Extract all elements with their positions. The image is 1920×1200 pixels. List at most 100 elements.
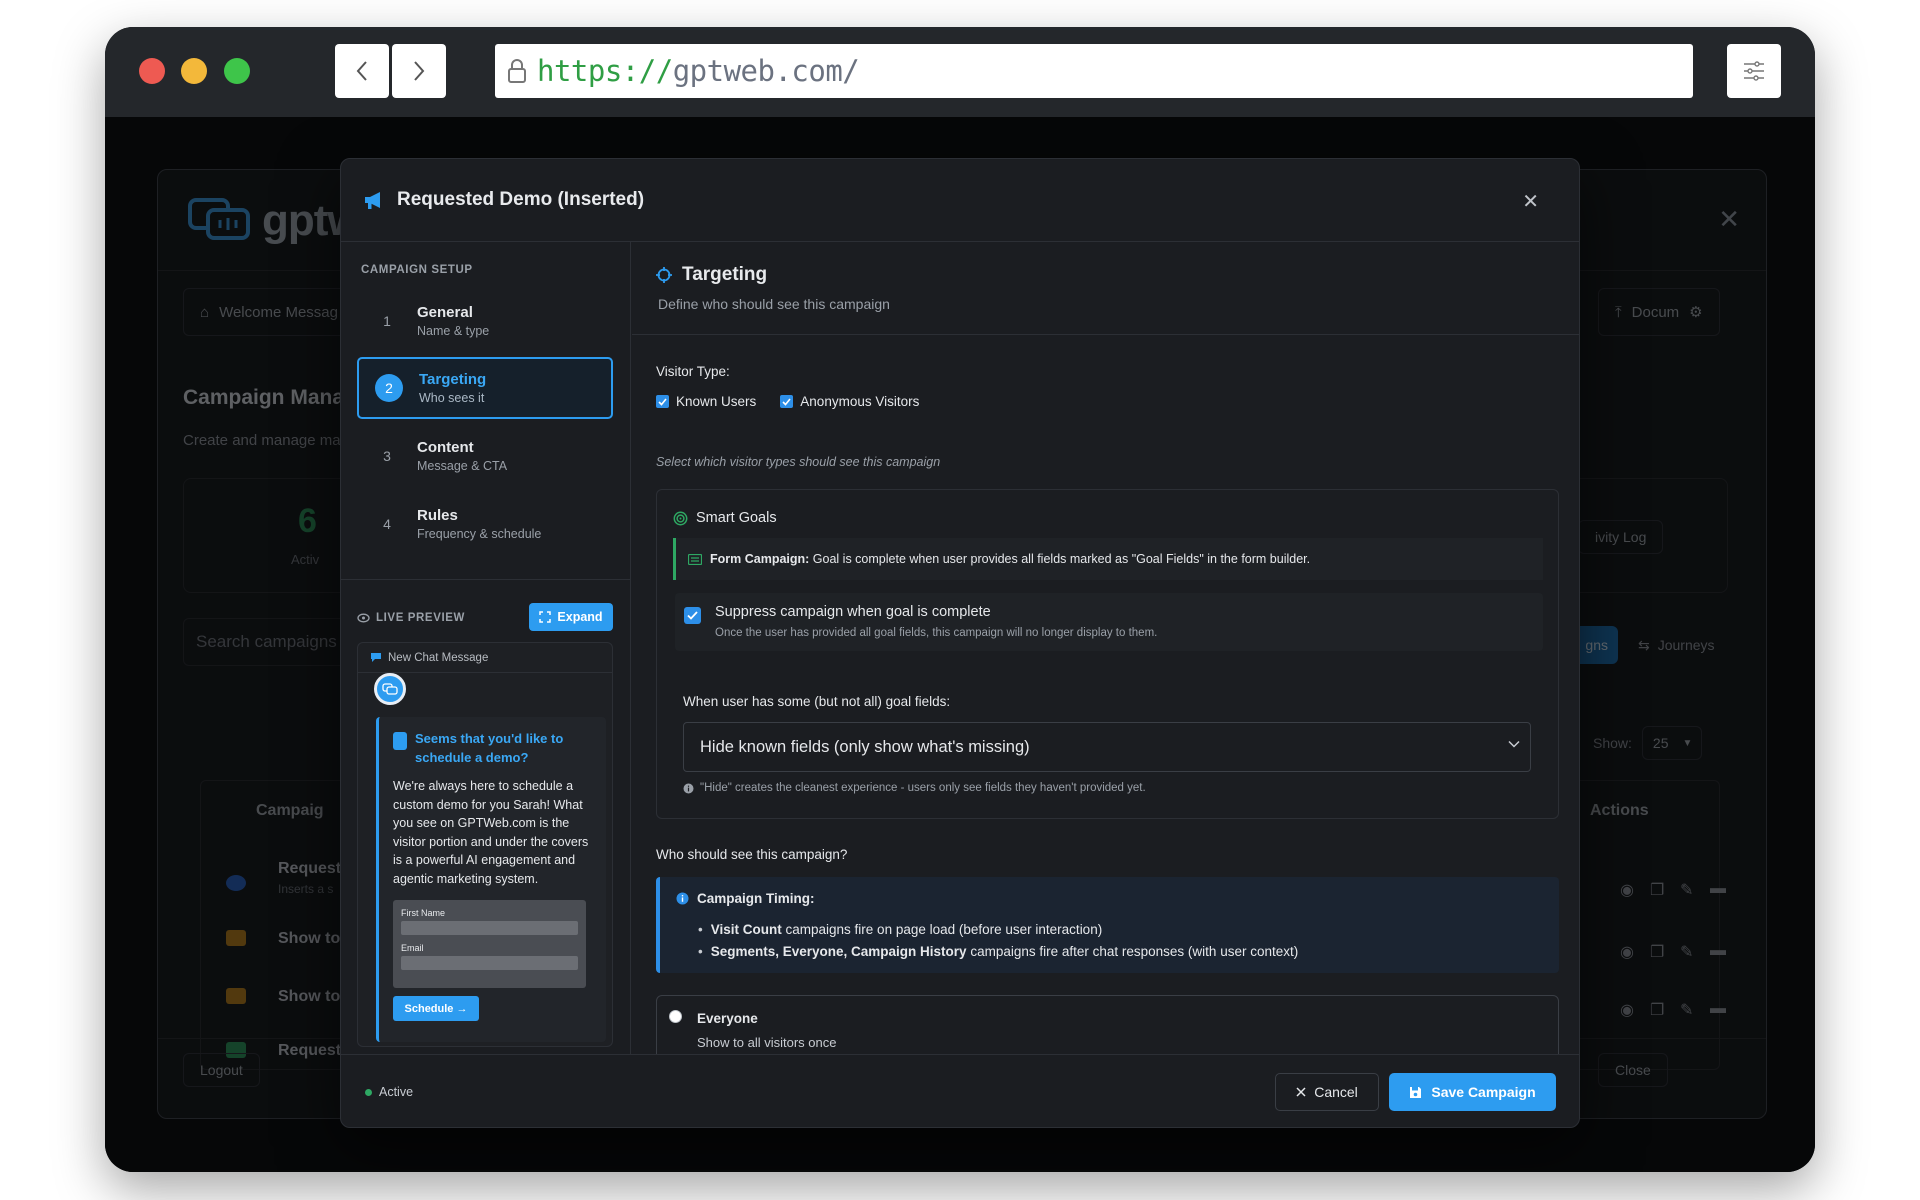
modal-header: Requested Demo (Inserted) ✕ — [341, 159, 1579, 242]
save-campaign-button[interactable]: Save Campaign — [1389, 1073, 1556, 1111]
expand-preview-button[interactable]: Expand — [529, 603, 613, 631]
step-title: Content — [417, 439, 474, 456]
suppress-campaign-checkbox[interactable] — [684, 607, 701, 624]
crosshair-icon — [656, 267, 672, 283]
url-text: https://gptweb.com/ — [537, 54, 860, 88]
campaign-setup-caption: CAMPAIGN SETUP — [361, 264, 473, 276]
preview-headline-text: Seems that you'd like to schedule a demo… — [415, 731, 564, 765]
chevron-down-icon — [1508, 740, 1520, 748]
close-window-button[interactable] — [139, 58, 165, 84]
form-campaign-text: Goal is complete when user provides all … — [812, 552, 1311, 566]
address-bar[interactable]: https://gptweb.com/ — [495, 44, 1693, 98]
timing-line1-text: campaigns fire on page load (before user… — [785, 922, 1103, 937]
save-campaign-label: Save Campaign — [1431, 1084, 1536, 1100]
preview-headline: Seems that you'd like to schedule a demo… — [393, 729, 594, 767]
timing-line2-text: campaigns fire after chat responses (wit… — [970, 944, 1299, 959]
known-users-label: Known Users — [676, 394, 757, 409]
info-icon — [676, 892, 689, 905]
step-subtitle: Message & CTA — [417, 459, 508, 473]
preview-body: We're always here to schedule a custom d… — [393, 779, 589, 886]
email-field — [401, 956, 578, 970]
step-general[interactable]: 1 General Name & type — [357, 290, 613, 352]
step-targeting[interactable]: 2 Targeting Who sees it — [357, 357, 613, 419]
megaphone-icon — [365, 192, 380, 209]
form-campaign-bold: Form Campaign: — [710, 552, 810, 566]
live-preview-caption: LIVE PREVIEW — [357, 612, 465, 624]
status-dot — [365, 1088, 372, 1096]
forward-button[interactable] — [392, 44, 446, 98]
chat-bubble-icon — [371, 653, 381, 662]
checkbox-checked-icon — [656, 395, 669, 408]
step-title: Rules — [417, 507, 458, 524]
status-text: Active — [379, 1085, 414, 1099]
preview-message-card: Seems that you'd like to schedule a demo… — [376, 717, 606, 1042]
section-title: Targeting — [656, 264, 767, 286]
campaign-timing-title: Campaign Timing: — [676, 891, 815, 906]
list-item: Visit Count campaigns fire on page load … — [698, 919, 1298, 941]
section-header: Targeting Define who should see this cam… — [632, 242, 1579, 335]
form-icon — [688, 553, 702, 565]
schedule-button: Schedule → — [393, 996, 479, 1021]
minimize-window-button[interactable] — [181, 58, 207, 84]
sidebar-divider — [341, 579, 631, 580]
first-name-label: First Name — [401, 908, 446, 918]
anonymous-visitors-checkbox[interactable]: Anonymous Visitors — [780, 394, 919, 409]
browser-chrome: https://gptweb.com/ — [105, 27, 1815, 117]
step-number: 1 — [383, 313, 391, 329]
section-title-text: Targeting — [682, 264, 768, 285]
step-number: 2 — [375, 374, 403, 402]
partial-goal-select[interactable]: Hide known fields (only show what's miss… — [683, 722, 1531, 772]
email-label: Email — [401, 943, 424, 953]
status-badge: Active — [365, 1085, 413, 1099]
known-users-checkbox[interactable]: Known Users — [656, 394, 756, 409]
back-button[interactable] — [335, 44, 389, 98]
step-subtitle: Who sees it — [419, 391, 485, 405]
maximize-window-button[interactable] — [224, 58, 250, 84]
sliders-icon — [1744, 61, 1764, 81]
cancel-label: Cancel — [1314, 1084, 1358, 1100]
browser-menu-button[interactable] — [1727, 44, 1781, 98]
bot-avatar — [374, 673, 406, 705]
step-rules[interactable]: 4 Rules Frequency & schedule — [357, 493, 613, 555]
calendar-icon — [393, 732, 407, 750]
smart-goals-title: Smart Goals — [673, 510, 777, 526]
form-campaign-note: Form Campaign: Goal is complete when use… — [673, 538, 1543, 580]
partial-goal-value: Hide known fields (only show what's miss… — [700, 737, 1030, 756]
audience-option-everyone[interactable]: Everyone Show to all visitors once — [656, 995, 1559, 1054]
campaign-modal: Requested Demo (Inserted) ✕ CAMPAIGN SET… — [340, 158, 1580, 1128]
visitor-type-options: Known Users Anonymous Visitors — [656, 394, 919, 409]
suppress-campaign-option: Suppress campaign when goal is complete … — [675, 593, 1543, 651]
step-number: 4 — [383, 516, 391, 532]
campaign-timing-label: Campaign Timing: — [697, 891, 815, 906]
checkbox-checked-icon — [780, 395, 794, 408]
everyone-radio[interactable] — [669, 1010, 682, 1023]
step-subtitle: Frequency & schedule — [417, 527, 542, 541]
lock-icon — [508, 59, 526, 83]
step-number: 3 — [383, 448, 391, 464]
step-content[interactable]: 3 Content Message & CTA — [357, 425, 613, 487]
live-preview-label: LIVE PREVIEW — [376, 612, 465, 624]
save-icon — [1410, 1086, 1422, 1098]
audience-label: Who should see this campaign? — [656, 847, 848, 862]
step-title: Targeting — [419, 371, 487, 388]
url-host: gptweb.com/ — [672, 54, 860, 88]
targeting-content: Targeting Define who should see this cam… — [632, 242, 1579, 1054]
modal-close-icon[interactable]: ✕ — [1522, 189, 1539, 214]
step-subtitle: Name & type — [417, 324, 490, 338]
everyone-title: Everyone — [697, 1011, 758, 1026]
suppress-campaign-description: Once the user has provided all goal fiel… — [715, 627, 1158, 639]
visitor-type-label: Visitor Type: — [656, 364, 730, 379]
target-icon — [673, 511, 688, 525]
browser-window: https://gptweb.com/ gptw ✕ ⌂ Welcome Mes… — [105, 27, 1815, 1172]
cancel-button[interactable]: Cancel — [1275, 1073, 1379, 1111]
smart-goals-card: Smart Goals Form Campaign: Goal is compl… — [656, 489, 1559, 819]
campaign-timing-list: Visit Count campaigns fire on page load … — [698, 919, 1299, 963]
info-icon — [683, 783, 694, 793]
hide-hint-text: "Hide" creates the cleanest experience -… — [700, 782, 1146, 794]
close-icon — [1296, 1087, 1306, 1097]
first-name-field — [401, 921, 578, 935]
preview-form: First Name Email — [393, 900, 586, 988]
modal-footer: Active Cancel Save Campaign — [341, 1054, 1579, 1127]
expand-label: Expand — [557, 610, 603, 624]
partial-goal-label: When user has some (but not all) goal fi… — [683, 694, 951, 709]
